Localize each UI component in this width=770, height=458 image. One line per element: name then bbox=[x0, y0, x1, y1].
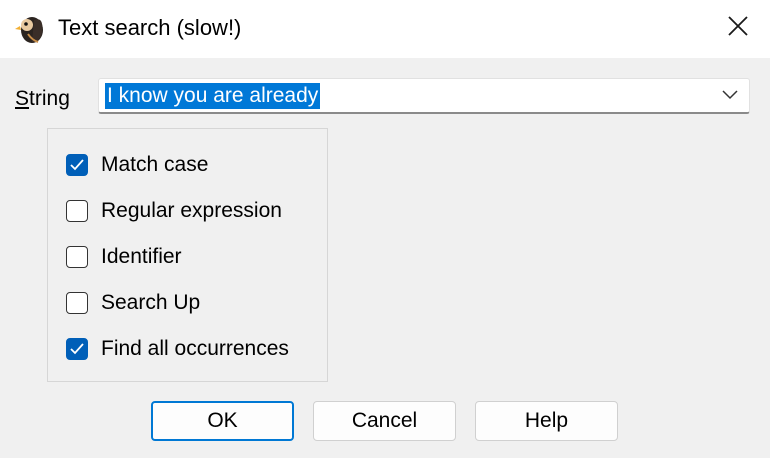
string-label-rest: tring bbox=[29, 87, 70, 110]
title-bar: Text search (slow!) bbox=[0, 0, 770, 58]
identifier-checkbox[interactable]: Identifier bbox=[66, 243, 182, 271]
string-input-value[interactable]: I know you are already bbox=[105, 83, 321, 109]
text-search-dialog: Text search (slow!) String I know you ar… bbox=[0, 0, 770, 458]
identifier-label: Identifier bbox=[101, 245, 182, 268]
close-icon bbox=[727, 15, 749, 42]
match-case-checkbox[interactable]: Match case bbox=[66, 151, 208, 179]
dropdown-button[interactable] bbox=[715, 82, 745, 110]
chevron-down-icon bbox=[721, 87, 739, 105]
window-title: Text search (slow!) bbox=[58, 15, 242, 40]
match-case-label: Match case bbox=[101, 153, 209, 176]
checkbox-box[interactable] bbox=[66, 246, 88, 268]
help-button[interactable]: Help bbox=[475, 401, 618, 441]
dialog-body: String I know you are already Match case bbox=[0, 58, 770, 458]
cancel-button[interactable]: Cancel bbox=[313, 401, 456, 441]
checkbox-box[interactable] bbox=[66, 154, 88, 176]
check-icon bbox=[70, 159, 84, 171]
find-all-occurrences-checkbox[interactable]: Find all occurrences bbox=[66, 335, 289, 363]
string-label-accesskey: S bbox=[15, 87, 30, 110]
string-combobox[interactable]: I know you are already bbox=[98, 78, 750, 114]
search-options-group: Match case Regular expression Identifier bbox=[47, 128, 328, 382]
checkbox-box[interactable] bbox=[66, 200, 88, 222]
check-icon bbox=[70, 343, 84, 355]
find-all-occurrences-label: Find all occurrences bbox=[101, 337, 289, 360]
ok-button[interactable]: OK bbox=[151, 401, 294, 441]
regular-expression-checkbox[interactable]: Regular expression bbox=[66, 197, 282, 225]
checkbox-box[interactable] bbox=[66, 338, 88, 360]
regular-expression-label: Regular expression bbox=[101, 199, 282, 222]
close-button[interactable] bbox=[712, 6, 764, 50]
search-up-label: Search Up bbox=[101, 291, 201, 314]
checkbox-box[interactable] bbox=[66, 292, 88, 314]
string-label: String bbox=[15, 86, 70, 112]
search-up-checkbox[interactable]: Search Up bbox=[66, 289, 200, 317]
parrot-app-icon bbox=[14, 12, 48, 46]
